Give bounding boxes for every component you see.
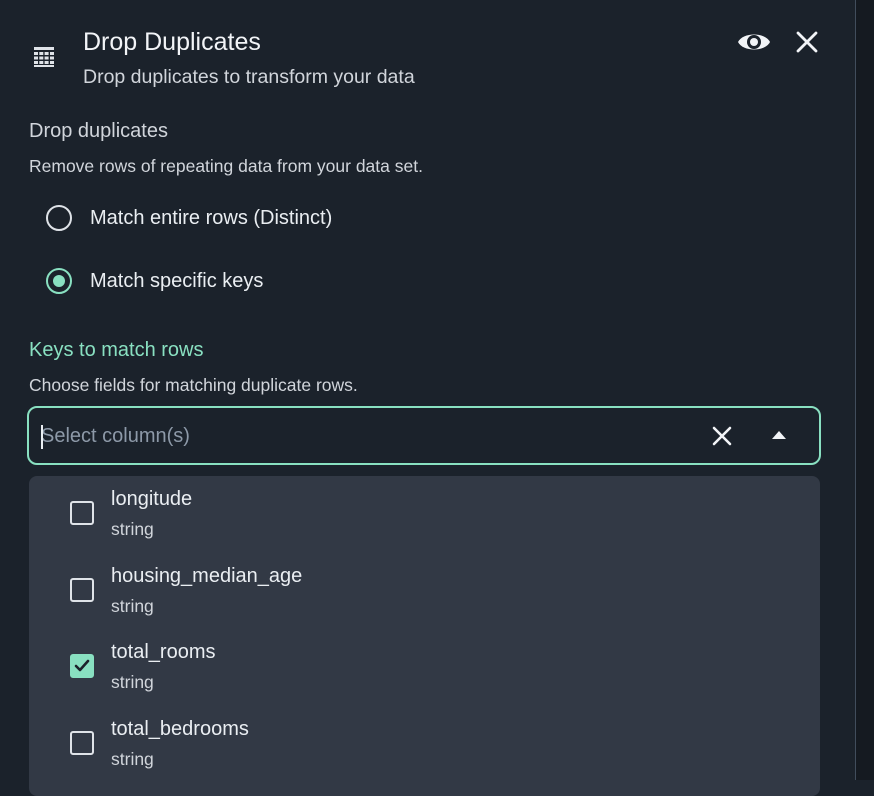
keys-to-match-description: Choose fields for matching duplicate row… bbox=[29, 375, 358, 395]
list-item-total-rooms[interactable]: total_rooms string bbox=[29, 629, 820, 705]
background-edge bbox=[856, 0, 874, 780]
column-name: total_rooms bbox=[111, 641, 216, 663]
radio-label: Match entire rows (Distinct) bbox=[90, 206, 333, 229]
column-dropdown-list: longitude string housing_median_age stri… bbox=[29, 476, 820, 796]
checkbox[interactable] bbox=[70, 731, 94, 755]
radio-circle[interactable] bbox=[46, 205, 72, 231]
keys-to-match-label: Keys to match rows bbox=[29, 339, 204, 361]
panel-subtitle: Drop duplicates to transform your data bbox=[83, 66, 415, 88]
eye-icon[interactable] bbox=[737, 26, 771, 58]
checkbox[interactable] bbox=[70, 578, 94, 602]
column-name: longitude bbox=[111, 488, 193, 510]
column-type: string bbox=[111, 749, 154, 769]
caret-up-icon[interactable] bbox=[769, 428, 789, 442]
list-item-housing-median-age[interactable]: housing_median_age string bbox=[29, 553, 820, 629]
column-name: housing_median_age bbox=[111, 565, 303, 587]
drop-duplicates-description: Remove rows of repeating data from your … bbox=[29, 156, 423, 176]
column-type: string bbox=[111, 672, 154, 692]
checkmark-icon bbox=[74, 659, 90, 672]
drop-duplicates-panel: Drop Duplicates Drop duplicates to trans… bbox=[0, 0, 856, 796]
list-item-total-bedrooms[interactable]: total_bedrooms string bbox=[29, 706, 820, 782]
column-select[interactable] bbox=[27, 406, 821, 465]
column-select-input[interactable] bbox=[41, 416, 681, 456]
column-type: string bbox=[111, 596, 154, 616]
text-cursor bbox=[41, 425, 43, 449]
radio-match-specific-keys[interactable]: Match specific keys bbox=[46, 265, 263, 297]
grid-table-icon bbox=[34, 47, 54, 67]
checkbox-checked[interactable] bbox=[70, 654, 94, 678]
column-name: total_bedrooms bbox=[111, 718, 249, 740]
column-type: string bbox=[111, 519, 154, 539]
checkbox[interactable] bbox=[70, 501, 94, 525]
radio-circle-selected[interactable] bbox=[46, 268, 72, 294]
close-icon[interactable] bbox=[793, 28, 821, 56]
list-item-longitude[interactable]: longitude string bbox=[29, 476, 820, 552]
radio-match-entire-rows[interactable]: Match entire rows (Distinct) bbox=[46, 202, 332, 234]
clear-icon[interactable] bbox=[711, 425, 733, 447]
panel-title: Drop Duplicates bbox=[83, 28, 261, 56]
drop-duplicates-label: Drop duplicates bbox=[29, 120, 168, 142]
radio-label: Match specific keys bbox=[90, 269, 264, 292]
